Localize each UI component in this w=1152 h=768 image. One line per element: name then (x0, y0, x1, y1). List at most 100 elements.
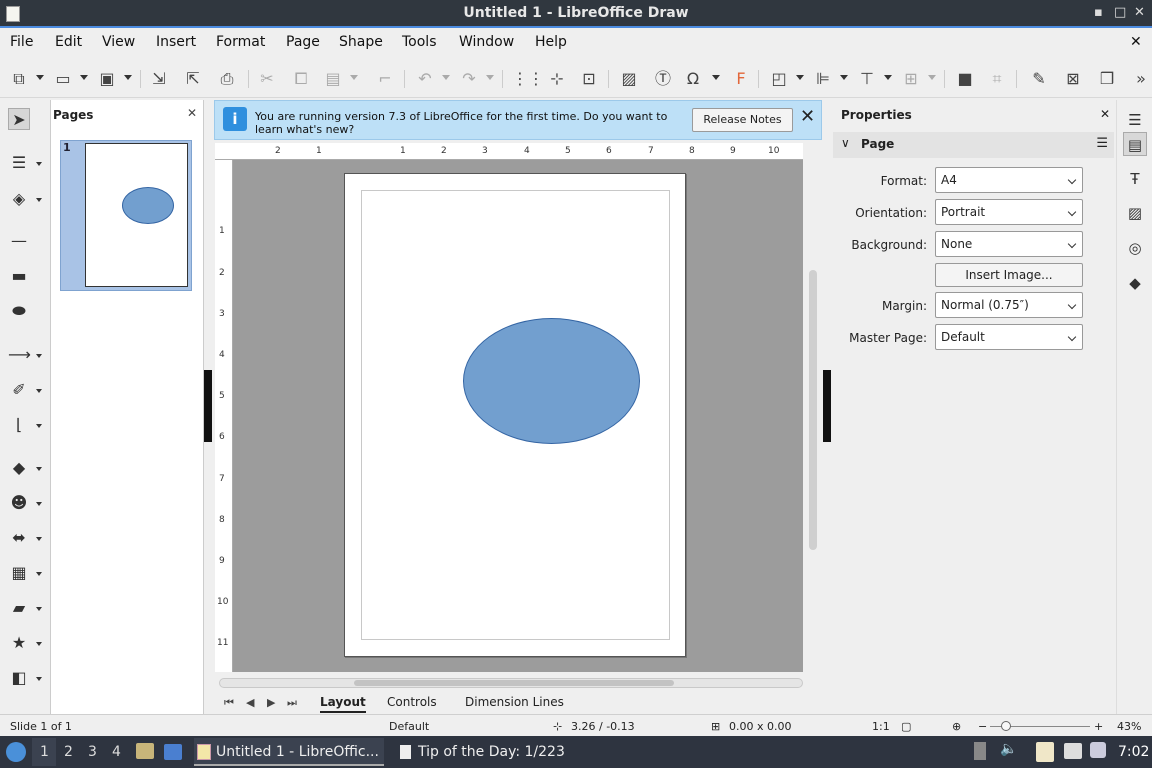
vertical-scrollbar[interactable] (807, 160, 819, 672)
block-arrows-icon[interactable]: ⬌ (8, 527, 30, 549)
helplines-icon[interactable]: ⊹ (546, 68, 568, 90)
ellipse-icon[interactable]: ⬬ (8, 300, 30, 322)
symbol-shapes-icon[interactable]: ☻ (8, 492, 30, 514)
horizontal-scroll-thumb[interactable] (354, 680, 674, 686)
zoom-pan-icon[interactable]: ⊡ (578, 68, 600, 90)
page-thumbnail[interactable] (85, 143, 188, 287)
redo-icon[interactable]: ↷ (458, 68, 480, 90)
clipboard-icon[interactable] (1036, 742, 1054, 762)
align-icon[interactable]: ⊫ (812, 68, 834, 90)
workspace-1[interactable]: 1 (40, 744, 49, 760)
menu-edit[interactable]: Edit (55, 34, 82, 50)
zoom-slider[interactable] (990, 721, 1090, 731)
ellipse-shape[interactable] (463, 318, 640, 444)
shadow-icon[interactable]: ■ (954, 68, 976, 90)
menu-tools[interactable]: Tools (402, 34, 437, 50)
zoom-slider-knob[interactable] (1001, 721, 1011, 731)
glue-icon[interactable]: ⊠ (1062, 68, 1084, 90)
release-notes-button[interactable]: Release Notes (692, 108, 793, 132)
vertical-ruler[interactable]: 1 2 3 4 5 6 7 8 9 10 11 (215, 160, 233, 672)
callout-icon[interactable]: ▰ (8, 597, 30, 619)
zoom-percent[interactable]: 43% (1117, 720, 1141, 733)
flowchart-icon[interactable]: ▦ (8, 562, 30, 584)
undo-icon[interactable]: ↶ (414, 68, 436, 90)
select-icon[interactable]: ➤ (8, 108, 30, 130)
taskbar-app-draw[interactable]: Untitled 1 - LibreOffic... (194, 738, 384, 766)
workspace-3[interactable]: 3 (88, 744, 97, 760)
rectangle-icon[interactable]: ▬ (8, 265, 30, 287)
drawing-canvas[interactable] (233, 160, 803, 672)
save-icon[interactable]: ▣ (96, 68, 118, 90)
margin-select[interactable]: Normal (0.75″) (935, 292, 1083, 318)
open-icon[interactable]: ▭ (52, 68, 74, 90)
previous-layer-icon[interactable]: ◀ (246, 696, 254, 709)
zoom-in-button[interactable]: + (1094, 720, 1103, 733)
textbox-icon[interactable]: Ⓣ (652, 68, 674, 90)
workspace-4[interactable]: 4 (112, 744, 121, 760)
points-icon[interactable]: ✎ (1028, 68, 1050, 90)
properties-close-button[interactable]: ✕ (1100, 107, 1110, 121)
left-panel-collapse-handle[interactable] (204, 370, 212, 442)
clone-formatting-icon[interactable]: ⌐ (374, 68, 396, 90)
window-close-button[interactable]: ✕ (1134, 5, 1145, 20)
navigator-deck-icon[interactable]: ◎ (1123, 236, 1147, 260)
background-select[interactable]: None (935, 231, 1083, 257)
drawing-page[interactable] (344, 173, 686, 657)
grid-icon[interactable]: ⋮⋮ (512, 68, 544, 90)
taskbar-app-tip[interactable]: Tip of the Day: 1/223 (396, 738, 596, 766)
workspace-2[interactable]: 2 (64, 744, 73, 760)
horizontal-ruler[interactable]: 2 1 1 2 3 4 5 6 7 8 9 10 (215, 143, 803, 160)
scale-ratio[interactable]: 1:1 (872, 720, 890, 733)
shapes-deck-icon[interactable]: ◆ (1123, 271, 1147, 295)
volume-icon[interactable]: 🔈 (1000, 741, 1017, 757)
menu-file[interactable]: File (10, 34, 33, 50)
gallery-deck-icon[interactable]: ▨ (1123, 201, 1147, 225)
last-layer-icon[interactable]: ⏭ (287, 696, 297, 710)
more-icon[interactable]: » (1130, 68, 1152, 90)
pages-panel-close-button[interactable]: ✕ (187, 106, 197, 120)
new-icon[interactable]: ⧉ (8, 68, 30, 90)
menu-format[interactable]: Format (216, 34, 265, 50)
infobar-close-button[interactable]: ✕ (800, 106, 815, 127)
menu-view[interactable]: View (102, 34, 135, 50)
export-pdf-icon[interactable]: ⇱ (182, 68, 204, 90)
special-character-icon[interactable]: Ω (682, 68, 704, 90)
toggle-extrusion-icon[interactable]: ❒ (1096, 68, 1118, 90)
collapse-chevron-icon[interactable]: ∨ (841, 136, 850, 150)
copy-icon[interactable]: ⧠ (290, 68, 312, 90)
arrange-icon[interactable]: ⊤ (856, 68, 878, 90)
section-menu-icon[interactable]: ☰ (1096, 136, 1108, 151)
print-icon[interactable]: ⎙ (216, 68, 238, 90)
line-arrow-icon[interactable]: ⟶ (8, 344, 31, 366)
paste-icon[interactable]: ▤ (322, 68, 344, 90)
notifications-icon[interactable] (1090, 742, 1106, 758)
line-color-icon[interactable]: ☰ (8, 152, 30, 174)
file-manager-icon[interactable] (136, 743, 154, 759)
fill-color-icon[interactable]: ◈ (8, 188, 30, 210)
menu-shape[interactable]: Shape (339, 34, 383, 50)
orientation-select[interactable]: Portrait (935, 199, 1083, 225)
vertical-scroll-thumb[interactable] (809, 270, 817, 550)
connector-icon[interactable]: ⌊ (8, 414, 30, 436)
3d-objects-icon[interactable]: ◧ (8, 667, 30, 689)
stars-icon[interactable]: ★ (8, 632, 30, 654)
right-panel-collapse-handle[interactable] (823, 370, 831, 442)
tab-dimension-lines[interactable]: Dimension Lines (465, 695, 564, 709)
transformations-icon[interactable]: ◰ (768, 68, 790, 90)
sidebar-menu-icon[interactable]: ☰ (1123, 108, 1147, 132)
network-icon[interactable] (1064, 743, 1082, 759)
fit-page-icon[interactable]: ⊕ (952, 720, 961, 733)
fontwork-icon[interactable]: F (730, 68, 752, 90)
show-desktop-icon[interactable] (164, 744, 182, 760)
first-layer-icon[interactable]: ⏮ (224, 696, 234, 710)
page-section-header[interactable]: ∨ Page ☰ (833, 132, 1114, 158)
menu-insert[interactable]: Insert (156, 34, 196, 50)
curve-icon[interactable]: ✐ (8, 379, 30, 401)
distribute-icon[interactable]: ⊞ (900, 68, 922, 90)
next-layer-icon[interactable]: ▶ (267, 696, 275, 709)
line-icon[interactable]: — (8, 230, 30, 252)
image-icon[interactable]: ▨ (618, 68, 640, 90)
crop-icon[interactable]: ⌗ (986, 68, 1008, 90)
tab-controls[interactable]: Controls (387, 695, 437, 709)
cut-icon[interactable]: ✂ (256, 68, 278, 90)
